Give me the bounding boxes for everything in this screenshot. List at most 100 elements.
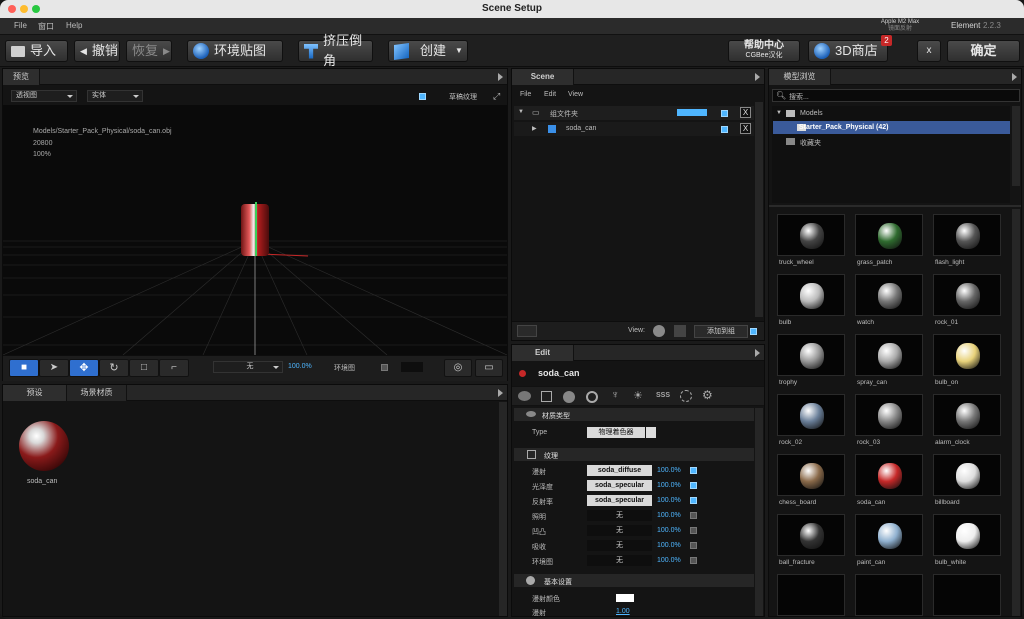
item-visible-checkbox[interactable] [721,126,728,133]
tree-models[interactable]: Models [800,110,823,117]
env-swatch[interactable] [401,362,423,372]
sphere-icon[interactable] [563,391,575,403]
model-thumb-flash-light[interactable] [933,214,1001,256]
material-icon[interactable] [518,391,531,401]
model-thumb-bulb[interactable] [777,274,845,316]
env-map-button[interactable]: 环境贴图 [187,40,283,62]
undo-button[interactable]: ◀ 撤销 [74,40,120,62]
splitter[interactable] [769,205,1021,207]
material-ball-icon[interactable] [19,421,69,471]
target-button[interactable]: ◎ [444,359,472,377]
sphere-view-icon[interactable] [653,325,665,337]
model-thumb-soda-can[interactable] [855,454,923,496]
add-to-group-button[interactable]: 添加到组 [694,325,748,338]
image-icon[interactable] [541,391,552,402]
expand-arrow-icon[interactable] [755,349,760,357]
type-value[interactable]: 物理着色器 [587,427,645,438]
view-mode-select[interactable]: 透视图 [11,90,77,102]
scene-menu-edit[interactable]: Edit [544,91,556,98]
box-view-icon[interactable] [674,325,686,337]
edit-scrollbar[interactable] [755,408,763,616]
tab-preview[interactable]: 预览 [3,69,40,85]
draft-texture-checkbox[interactable] [419,93,426,100]
texture-row-percent[interactable]: 100.0% [657,542,681,549]
scene-menu-view[interactable]: View [568,91,583,98]
bulb-icon[interactable]: ☀ [633,389,643,402]
group-color-select[interactable] [677,109,707,116]
diffuse-value[interactable]: 1.00 [616,608,630,615]
presets-scrollbar[interactable] [499,402,507,616]
menu-window[interactable]: 窗口 [38,21,54,32]
model-thumb-paint-can[interactable] [855,514,923,556]
texture-row-percent[interactable]: 100.0% [657,512,681,519]
add-to-group-checkbox[interactable] [750,328,757,335]
tree-scrollbar[interactable] [1012,106,1020,186]
model-thumb-billboard[interactable] [933,454,1001,496]
model-thumb-alarm-clock[interactable] [933,394,1001,436]
shade-mode-select[interactable]: 实体 [87,90,143,102]
model-thumb-rock-01[interactable] [933,274,1001,316]
texture-row-percent[interactable]: 100.0% [657,467,681,474]
tab-scene-materials[interactable]: 场景材质 [67,385,127,401]
gizmo-y-axis[interactable] [255,202,257,256]
model-thumb-watch[interactable] [855,274,923,316]
new-folder-button[interactable] [517,325,537,337]
texture-row-checkbox[interactable] [690,497,697,504]
search-input[interactable]: 🔍︎ 搜索... [772,89,1020,102]
import-button[interactable]: 导入 [5,40,68,62]
model-thumb-ball-fracture[interactable] [777,514,845,556]
model-thumb-bulb-on[interactable] [933,334,1001,376]
texture-header[interactable]: 纹理 [514,448,754,461]
expand-triangle-icon[interactable]: ▶ [532,125,537,132]
tree-row-group[interactable]: ▼ ▭ 组文件夹 X [514,106,754,120]
clock-icon[interactable] [586,391,598,403]
move-tool-button[interactable]: ✥ [69,359,99,377]
texture-row-value[interactable]: soda_specular [587,480,652,491]
tab-presets[interactable]: 预设 [3,385,67,401]
model-thumb-bulb-white[interactable] [933,514,1001,556]
close-window-icon[interactable] [8,5,16,13]
menu-help[interactable]: Help [66,21,82,30]
scene-menu-file[interactable]: File [520,91,531,98]
model-thumb-truck-wheel[interactable] [777,214,845,256]
bottom-select[interactable]: 无 [213,361,283,373]
texture-row-value[interactable]: soda_diffuse [587,465,652,476]
model-thumb-partial[interactable] [777,574,845,616]
item-delete-button[interactable]: X [740,123,751,134]
texture-row-value[interactable]: 无 [587,510,652,521]
model-thumb-chess-board[interactable] [777,454,845,496]
texture-row-value[interactable]: 无 [587,525,652,536]
texture-row-value[interactable]: 无 [587,555,652,566]
texture-row-checkbox[interactable] [690,512,697,519]
select-tool-button[interactable]: ➤ [39,359,69,377]
texture-row-checkbox[interactable] [690,527,697,534]
tree-favorites[interactable]: 收藏夹 [800,138,821,148]
texture-row-percent[interactable]: 100.0% [657,557,681,564]
group-delete-button[interactable]: X [740,107,751,118]
tree-starter-pack[interactable]: Starter_Pack_Physical (42) [773,121,1010,134]
tree-row-item[interactable]: ▶ soda_can X [514,122,754,136]
model-thumb-partial[interactable] [933,574,1001,616]
zoom-window-icon[interactable] [32,5,40,13]
basic-settings-header[interactable]: 基本设置 [514,574,754,587]
rotate-tool-button[interactable]: ↻ [99,359,129,377]
expand-arrow-icon[interactable] [498,389,503,397]
scale-tool-button[interactable]: □ [129,359,159,377]
material-type-header[interactable]: 材质类型 [514,408,754,421]
env-checkbox[interactable] [381,364,388,371]
expand-arrow-icon[interactable] [1012,73,1017,81]
diffuse-color-swatch[interactable] [616,594,634,602]
close-button[interactable]: x [917,40,941,62]
texture-row-value[interactable]: soda_specular [587,495,652,506]
model-thumb-spray-can[interactable] [855,334,923,376]
texture-row-checkbox[interactable] [690,467,697,474]
store-button[interactable]: 3D商店 2 [808,35,892,62]
grid-scrollbar[interactable] [1012,209,1020,616]
viewport[interactable]: Models/Starter_Pack_Physical/soda_can.ob… [3,105,507,355]
texture-row-value[interactable]: 无 [587,540,652,551]
confirm-button[interactable]: 确定 [947,40,1020,62]
texture-row-checkbox[interactable] [690,557,697,564]
gear-icon[interactable]: ⚙ [702,388,713,402]
fullscreen-icon[interactable]: ⤢ [493,91,500,102]
camera-tool-button[interactable]: ■ [9,359,39,377]
